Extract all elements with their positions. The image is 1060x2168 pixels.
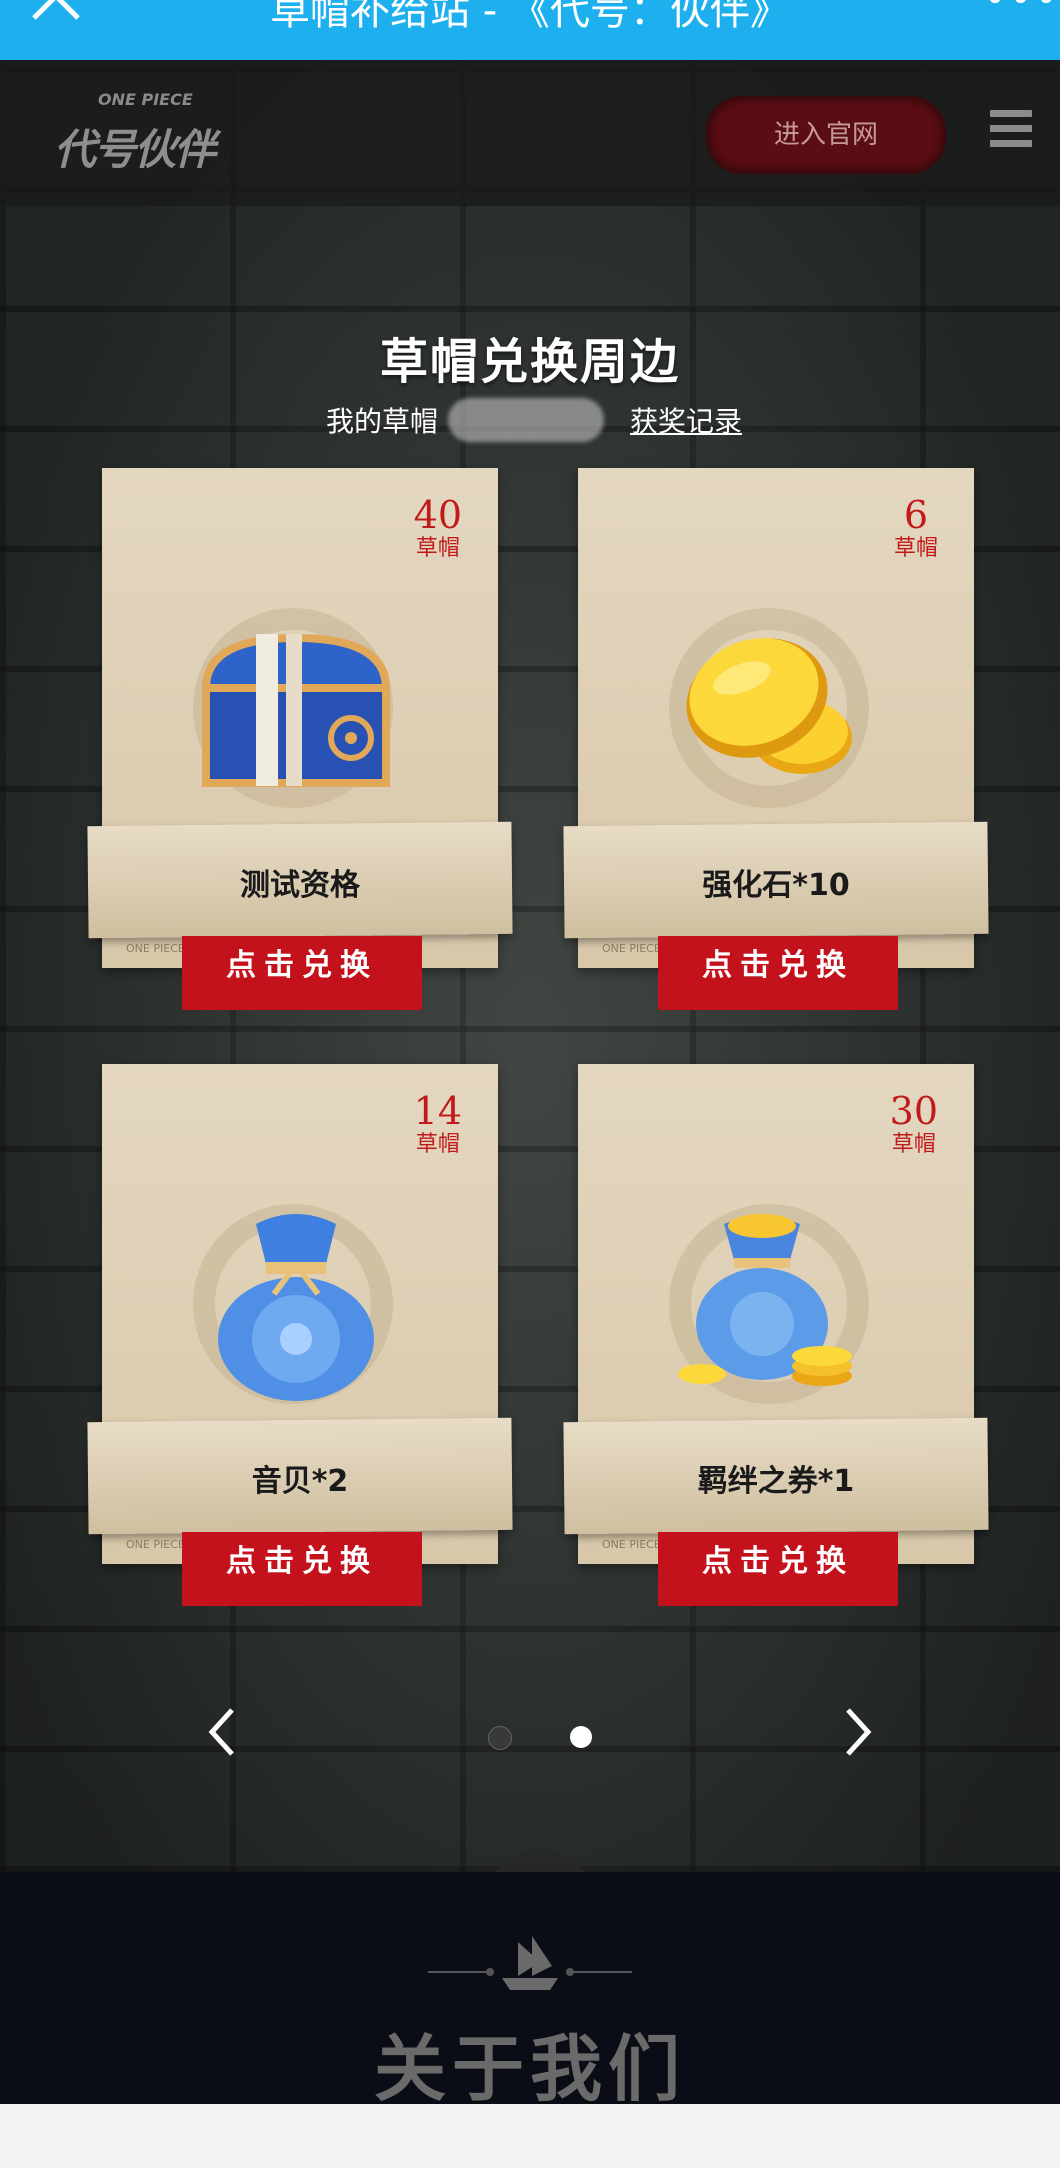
redeem-button[interactable]: 点击兑换	[182, 936, 422, 1010]
price-unit: 草帽	[415, 536, 460, 561]
about-us-heading: 关于我们	[373, 2026, 686, 2111]
more-options-icon[interactable]: •••	[983, 0, 1060, 22]
redeem-button[interactable]: 点击兑换	[658, 1532, 898, 1606]
item-name: 强化石*10	[702, 868, 850, 903]
price-value: 30	[889, 1089, 938, 1133]
content-area: ONE PIECE 代号伙伴 进入官网 草帽兑换周边 我的草帽 获奖记录 40 …	[0, 60, 1060, 1872]
logo-text: 代号伙伴	[54, 125, 216, 174]
redeem-button[interactable]: 点击兑换	[182, 1532, 422, 1606]
exchange-card: 6 草帽 强化石*10 ONE PIECE 点击兑换	[563, 468, 989, 1010]
page-title: 草帽补给站 - 《代号：伙伴》	[270, 0, 790, 34]
item-name: 羁绊之券*1	[697, 1464, 855, 1499]
menu-icon[interactable]	[990, 110, 1032, 154]
my-hats-label: 我的草帽	[326, 405, 439, 438]
brand-tag: ONE PIECE	[602, 942, 661, 955]
site-header: ONE PIECE 代号伙伴 进入官网	[0, 60, 1060, 206]
pager-dot-2[interactable]	[570, 1726, 592, 1748]
treasure-chest-icon	[201, 633, 391, 787]
section-title: 草帽兑换周边	[379, 334, 680, 390]
exchange-card: 30 草帽 羁绊之券*1 ONE PIECE 点击兑换	[563, 1064, 989, 1606]
blue-bag-icon	[218, 1214, 374, 1401]
chevron-right-icon[interactable]	[838, 1702, 878, 1762]
logo-small-text: ONE PIECE	[98, 90, 193, 109]
ship-icon	[428, 1936, 632, 1990]
close-popup-button[interactable]	[484, 1850, 596, 1872]
site-footer: 关于我们	[0, 1872, 1060, 2111]
app-top-bar: 草帽补给站 - 《代号：伙伴》 •••	[0, 0, 1060, 60]
price-value: 6	[903, 493, 929, 537]
brand-tag: ONE PIECE	[126, 942, 185, 955]
enter-official-site-button[interactable]: 进入官网	[706, 96, 946, 174]
chevron-left-icon[interactable]	[202, 1702, 242, 1762]
price-tag: 6 草帽	[894, 496, 938, 560]
brand-tag: ONE PIECE	[126, 1538, 185, 1551]
price-unit: 草帽	[891, 1132, 936, 1157]
price-tag: 30 草帽	[890, 1092, 938, 1156]
price-value: 14	[413, 1089, 462, 1133]
browser-bottom-bar	[0, 2104, 1060, 2168]
exchange-card: 14 草帽 音贝*2 ONE PIECE 点击兑换	[87, 1064, 513, 1606]
price-tag: 14 草帽	[414, 1092, 462, 1156]
price-unit: 草帽	[893, 536, 938, 561]
price-unit: 草帽	[415, 1132, 460, 1157]
gold-coins-icon	[686, 638, 852, 774]
brand-tag: ONE PIECE	[602, 1538, 661, 1551]
game-logo[interactable]: ONE PIECE 代号伙伴	[54, 90, 234, 190]
my-hats-value-blurred	[448, 398, 604, 442]
price-value: 40	[413, 493, 462, 537]
item-name: 音贝*2	[251, 1464, 349, 1499]
prize-record-link[interactable]: 获奖记录	[630, 400, 742, 440]
pager-dot-1[interactable]	[488, 1726, 512, 1750]
exchange-card: 40 草帽 测试资格 ONE PIECE 点击兑换	[87, 468, 513, 1010]
price-tag: 40 草帽	[414, 496, 462, 560]
close-icon	[484, 1850, 596, 1872]
item-name: 测试资格	[240, 868, 360, 903]
coin-bag-icon	[678, 1214, 852, 1386]
redeem-button[interactable]: 点击兑换	[658, 936, 898, 1010]
